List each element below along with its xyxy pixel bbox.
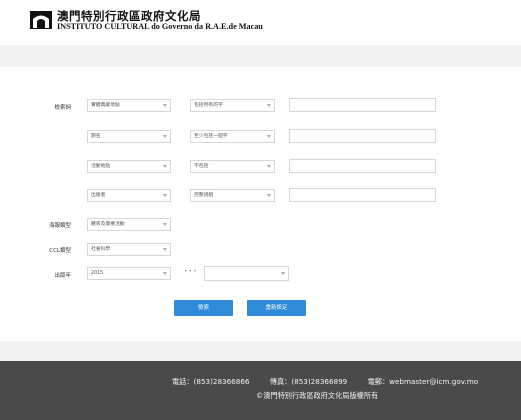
year-from-select[interactable]: 2015 (87, 267, 171, 280)
poster-category-label: 海報類型 (48, 223, 71, 229)
match-operator-select-4[interactable]: 完整詞組 (190, 189, 275, 202)
ccl-category-select-value: 社會科學 (91, 247, 111, 252)
match-operator-select-2[interactable]: 至少包括一個字 (190, 130, 275, 143)
chevron-down-icon (163, 165, 167, 168)
bottom-band (0, 341, 521, 361)
search-button[interactable]: 檢索 (174, 300, 233, 316)
chevron-down-icon (163, 272, 167, 275)
ccl-category-label: CCL類型 (49, 248, 71, 254)
search-field-select-2[interactable]: 題名 (87, 130, 171, 143)
footer-fax: 傳真：(853)28366899 (269, 377, 348, 386)
publication-year-label: 出版年 (54, 273, 71, 279)
ccl-category-select[interactable]: 社會科學 (87, 243, 171, 256)
search-field-select-3[interactable]: 活動地點 (87, 160, 171, 173)
chevron-down-icon (281, 272, 285, 275)
contact-line: 電話：(853)28366866 傳真：(853)28366899 電郵：web… (172, 377, 478, 387)
year-range-separator: ••• (184, 268, 198, 275)
site-header: 澳門特別行政區政府文化局 INSTITUTO CULTURAL do Gover… (0, 0, 521, 43)
reset-button[interactable]: 重新設定 (247, 300, 306, 316)
top-band (0, 45, 521, 67)
chevron-down-icon (163, 194, 167, 197)
search-field-select-4-value: 出版者 (91, 193, 106, 198)
footer-copyright: ©澳門特別行政區政府文化局版權所有 (256, 391, 379, 400)
institute-name-english: INSTITUTO CULTURAL do Governo da R.A.E.d… (57, 22, 263, 31)
search-field-select-1-value: 實體典藏地點 (91, 103, 120, 108)
institute-logo-icon[interactable] (30, 11, 52, 29)
keyword-input-1[interactable] (289, 98, 436, 112)
site-footer: 電話：(853)28366866 傳真：(853)28366899 電郵：web… (0, 361, 521, 420)
footer-email[interactable]: 電郵：webmaster@icm.gov.mo (368, 377, 479, 386)
keyword-input-2[interactable] (289, 129, 436, 143)
chevron-down-icon (163, 248, 167, 251)
match-operator-select-3-value: 不包括 (194, 164, 209, 169)
search-field-select-1[interactable]: 實體典藏地點 (87, 99, 171, 112)
match-operator-select-2-value: 至少包括一個字 (194, 134, 228, 139)
page: 澳門特別行政區政府文化局 INSTITUTO CULTURAL do Gover… (0, 0, 521, 420)
match-operator-select-4-value: 完整詞組 (194, 193, 214, 198)
match-operator-select-1-value: 包括所有的字 (194, 103, 223, 108)
year-from-select-value: 2015 (91, 271, 104, 276)
search-field-select-4[interactable]: 出版者 (87, 189, 171, 202)
chevron-down-icon (267, 135, 271, 138)
year-to-select[interactable] (204, 266, 289, 281)
footer-phone: 電話：(853)28366866 (172, 377, 250, 386)
search-field-select-2-value: 題名 (91, 134, 101, 139)
keyword-input-4[interactable] (289, 188, 436, 202)
match-operator-select-1[interactable]: 包括所有的字 (190, 99, 275, 112)
chevron-down-icon (163, 223, 167, 226)
chevron-down-icon (267, 194, 271, 197)
chevron-down-icon (163, 104, 167, 107)
poster-category-select[interactable]: 體育及康樂活動 (87, 218, 171, 231)
chevron-down-icon (267, 104, 271, 107)
chevron-down-icon (267, 165, 271, 168)
keyword-label: 檢索詞 (54, 105, 71, 111)
chevron-down-icon (163, 135, 167, 138)
search-field-select-3-value: 活動地點 (91, 164, 111, 169)
match-operator-select-3[interactable]: 不包括 (190, 160, 275, 173)
keyword-input-3[interactable] (289, 159, 436, 173)
poster-category-select-value: 體育及康樂活動 (91, 222, 125, 227)
